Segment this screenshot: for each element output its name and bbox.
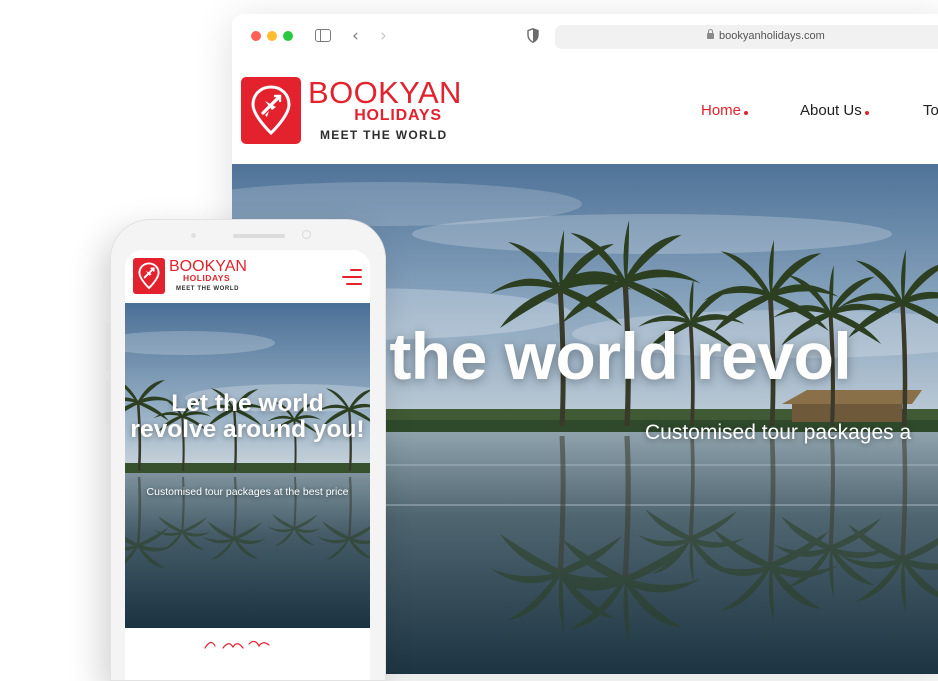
- mobile-hero-title: Let the world revolve around you!: [130, 390, 365, 443]
- phone-screen: BOOKYAN HOLIDAYS MEET THE WORLD Let the …: [125, 250, 370, 680]
- brand-subtitle: HOLIDAYS: [354, 107, 442, 124]
- url-text: bookyanholidays.com: [719, 30, 825, 42]
- nav-home-link[interactable]: Home: [701, 102, 749, 120]
- minimize-window-button[interactable]: [267, 31, 277, 41]
- chevron-right-icon[interactable]: ›: [380, 26, 387, 46]
- nav-home-label: Home: [701, 102, 742, 119]
- nav-about-link[interactable]: About Us: [800, 102, 869, 120]
- phone-mockup: BOOKYAN HOLIDAYS MEET THE WORLD Let the …: [106, 219, 386, 681]
- mobile-brand-tagline: MEET THE WORLD: [176, 286, 240, 292]
- nav-tours-link[interactable]: To: [923, 102, 938, 120]
- mobile-site-header: BOOKYAN HOLIDAYS MEET THE WORLD: [125, 250, 370, 303]
- nav-tours-label: To: [923, 102, 938, 119]
- close-window-button[interactable]: [251, 31, 261, 41]
- phone-sensor: [191, 233, 196, 238]
- hamburger-menu-icon[interactable]: [340, 266, 362, 288]
- shield-icon[interactable]: [527, 28, 539, 43]
- address-bar[interactable]: bookyanholidays.com: [555, 25, 938, 49]
- hero-subtitle: Customised tour packages a: [645, 421, 912, 444]
- nav-dot: [864, 111, 869, 115]
- mobile-below-hero: [125, 628, 370, 680]
- mobile-brand-subtitle: HOLIDAYS: [183, 273, 231, 283]
- nav-dot: [744, 111, 749, 115]
- maximize-window-button[interactable]: [283, 31, 293, 41]
- site-header: BOOKYAN HOLIDAYS MEET THE WORLD Home Abo…: [232, 60, 938, 164]
- mobile-hero-backwater-photo: [125, 303, 370, 628]
- plane-in-location-pin-icon[interactable]: [241, 77, 301, 144]
- nav-about-label: About Us: [800, 102, 862, 119]
- phone-speaker: [233, 234, 285, 238]
- mobile-hero-subtitle: Customised tour packages at the best pri…: [146, 486, 349, 498]
- phone-volume-up-button: [106, 323, 110, 371]
- script-heading-decoration: [204, 640, 270, 649]
- hero-title: t the world revol: [350, 319, 852, 393]
- browser-toolbar: ‹ › bookyanholidays.com: [232, 14, 938, 61]
- chevron-left-icon[interactable]: ‹: [352, 26, 359, 46]
- lock-icon: [707, 29, 714, 39]
- phone-volume-down-button: [106, 380, 110, 424]
- mobile-hero-banner: Let the world revolve around you! Custom…: [125, 303, 370, 628]
- sidebar-toggle-icon[interactable]: [315, 29, 331, 42]
- phone-camera: [302, 230, 311, 239]
- plane-in-location-pin-icon[interactable]: [133, 258, 165, 294]
- brand-name[interactable]: BOOKYAN: [308, 77, 462, 109]
- brand-tagline: MEET THE WORLD: [320, 128, 448, 142]
